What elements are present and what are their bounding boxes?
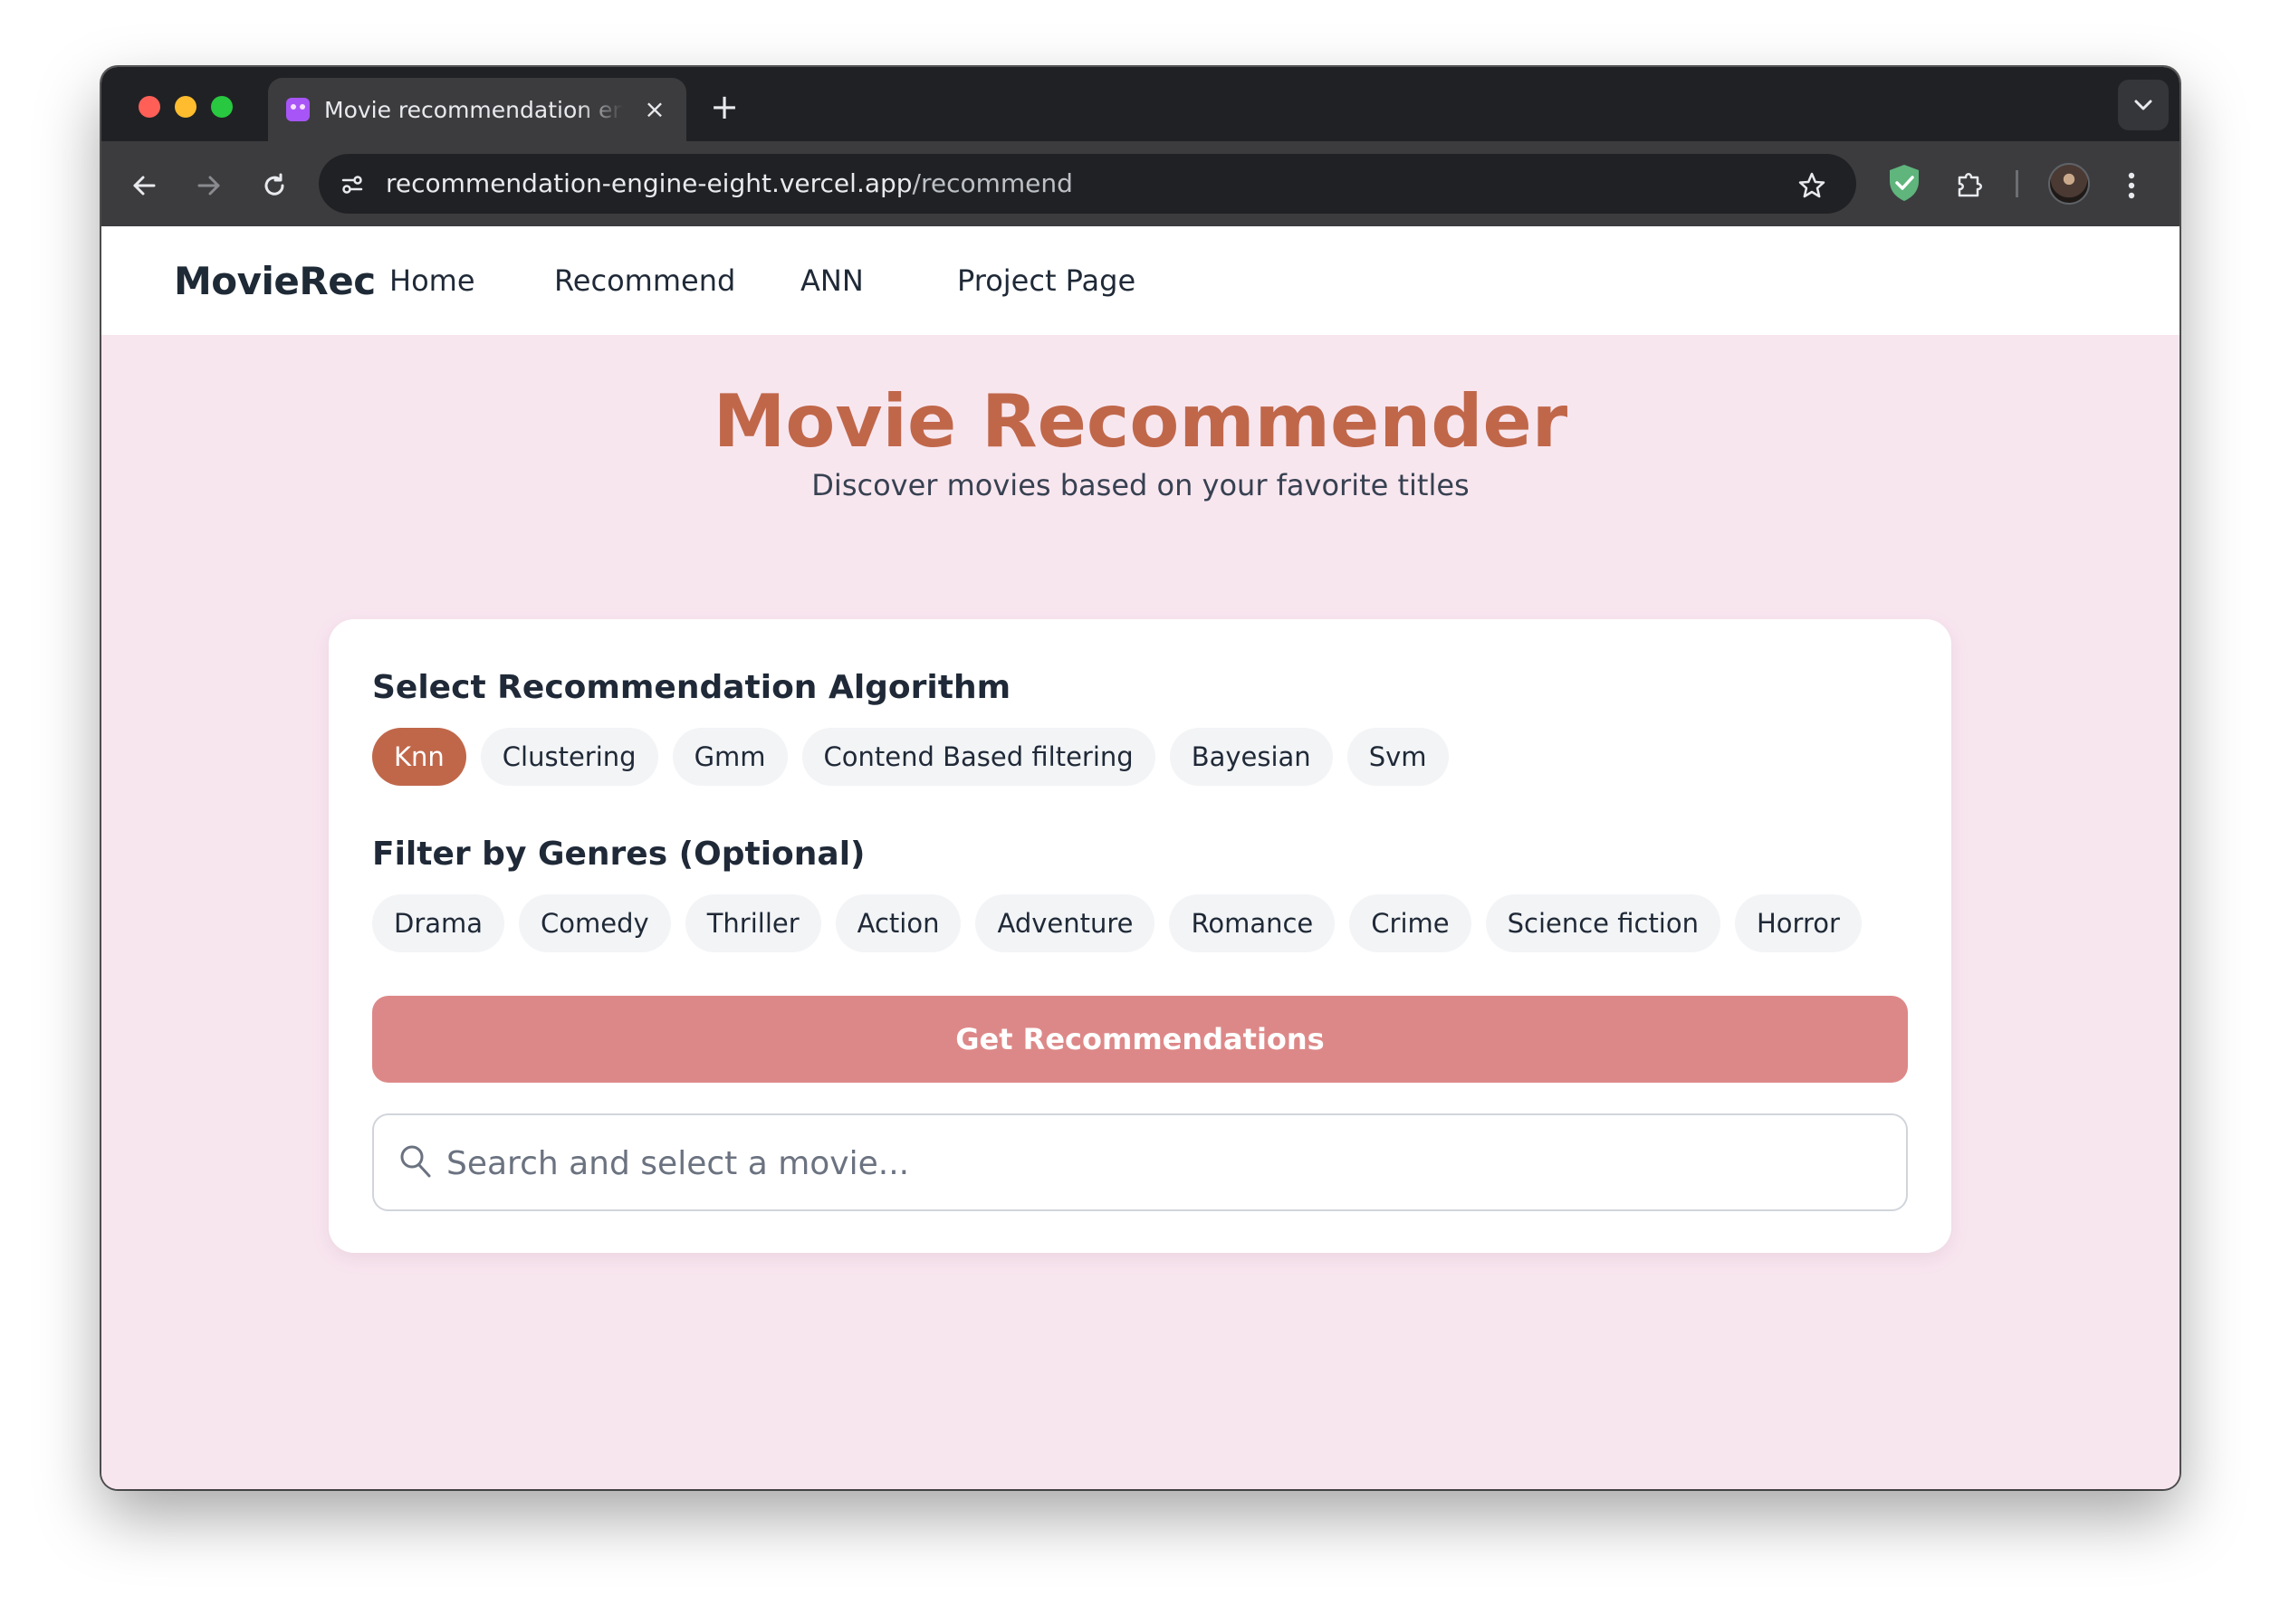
algorithm-chip-content-based[interactable]: Contend Based filtering — [801, 728, 1155, 786]
genre-chip-science-fiction[interactable]: Science fiction — [1485, 894, 1720, 952]
genre-chip-thriller[interactable]: Thriller — [685, 894, 821, 952]
favicon-icon — [286, 98, 310, 121]
toolbar-divider — [2016, 170, 2018, 197]
tab-title: Movie recommendation engine — [324, 97, 623, 123]
zoom-window-button[interactable] — [211, 96, 233, 118]
movie-search-input[interactable] — [446, 1137, 1877, 1189]
address-bar[interactable]: recommendation-engine-eight.vercel.app/r… — [319, 154, 1856, 214]
arrow-right-icon — [197, 176, 220, 195]
genre-options: Drama Comedy Thriller Action Adventure R… — [372, 894, 1862, 952]
forward-button[interactable] — [187, 161, 232, 206]
avatar[interactable] — [2048, 163, 2090, 205]
genre-chip-horror[interactable]: Horror — [1735, 894, 1862, 952]
algorithm-chip-gmm[interactable]: Gmm — [672, 728, 788, 786]
genre-chip-action[interactable]: Action — [835, 894, 962, 952]
nav-link-project-page[interactable]: Project Page — [957, 261, 1135, 301]
url-host: recommendation-engine-eight.vercel.app — [386, 168, 913, 198]
search-icon — [400, 1145, 431, 1178]
genre-chip-adventure[interactable]: Adventure — [975, 894, 1155, 952]
tab-close-icon[interactable]: × — [639, 94, 670, 125]
genre-chip-romance[interactable]: Romance — [1169, 894, 1336, 952]
page-content: MovieRec Home Recommend ANN Project Page… — [101, 226, 2179, 1489]
chevron-down-icon[interactable] — [2118, 80, 2169, 130]
arrow-left-icon — [133, 176, 156, 195]
algorithm-heading: Select Recommendation Algorithm — [372, 669, 1011, 706]
recommendation-form-card: Select Recommendation Algorithm Knn Clus… — [329, 619, 1951, 1253]
back-button[interactable] — [121, 161, 167, 206]
star-icon[interactable] — [1795, 167, 1829, 201]
nav-link-home[interactable]: Home — [389, 261, 475, 301]
genre-chip-comedy[interactable]: Comedy — [519, 894, 671, 952]
brand-logo[interactable]: MovieRec — [174, 259, 376, 304]
browser-tab-active[interactable]: Movie recommendation engine × — [268, 78, 686, 141]
movie-search-box[interactable] — [372, 1113, 1908, 1211]
nav-link-ann[interactable]: ANN — [800, 261, 864, 301]
reload-icon — [264, 173, 284, 196]
puzzle-icon[interactable] — [1952, 165, 1988, 201]
nav-link-recommend[interactable]: Recommend — [554, 261, 735, 301]
reload-button[interactable] — [252, 161, 297, 206]
tab-strip: Movie recommendation engine × + — [101, 67, 2179, 141]
shield-check-icon[interactable] — [1887, 163, 1921, 203]
algorithm-chip-bayesian[interactable]: Bayesian — [1169, 728, 1333, 786]
browser-toolbar: recommendation-engine-eight.vercel.app/r… — [101, 141, 2179, 226]
site-navbar: MovieRec Home Recommend ANN Project Page — [101, 226, 2179, 335]
url-path: /recommend — [912, 168, 1073, 198]
browser-window: Movie recommendation engine × + — [101, 67, 2179, 1489]
kebab-menu-icon[interactable] — [2113, 163, 2150, 205]
new-tab-button[interactable]: + — [706, 89, 742, 125]
page-subtitle: Discover movies based on your favorite t… — [811, 468, 1470, 502]
algorithm-chip-clustering[interactable]: Clustering — [480, 728, 658, 786]
genre-chip-crime[interactable]: Crime — [1349, 894, 1471, 952]
algorithm-options: Knn Clustering Gmm Contend Based filteri… — [372, 728, 1449, 786]
url-text: recommendation-engine-eight.vercel.app/r… — [386, 167, 1073, 200]
algorithm-chip-svm[interactable]: Svm — [1346, 728, 1449, 786]
get-recommendations-button[interactable]: Get Recommendations — [372, 996, 1908, 1083]
close-window-button[interactable] — [139, 96, 160, 118]
minimize-window-button[interactable] — [175, 96, 196, 118]
genre-chip-drama[interactable]: Drama — [372, 894, 505, 952]
page-title: Movie Recommender — [713, 379, 1568, 463]
algorithm-chip-knn[interactable]: Knn — [372, 728, 466, 786]
genre-heading: Filter by Genres (Optional) — [372, 836, 866, 873]
tune-icon[interactable] — [333, 165, 371, 203]
